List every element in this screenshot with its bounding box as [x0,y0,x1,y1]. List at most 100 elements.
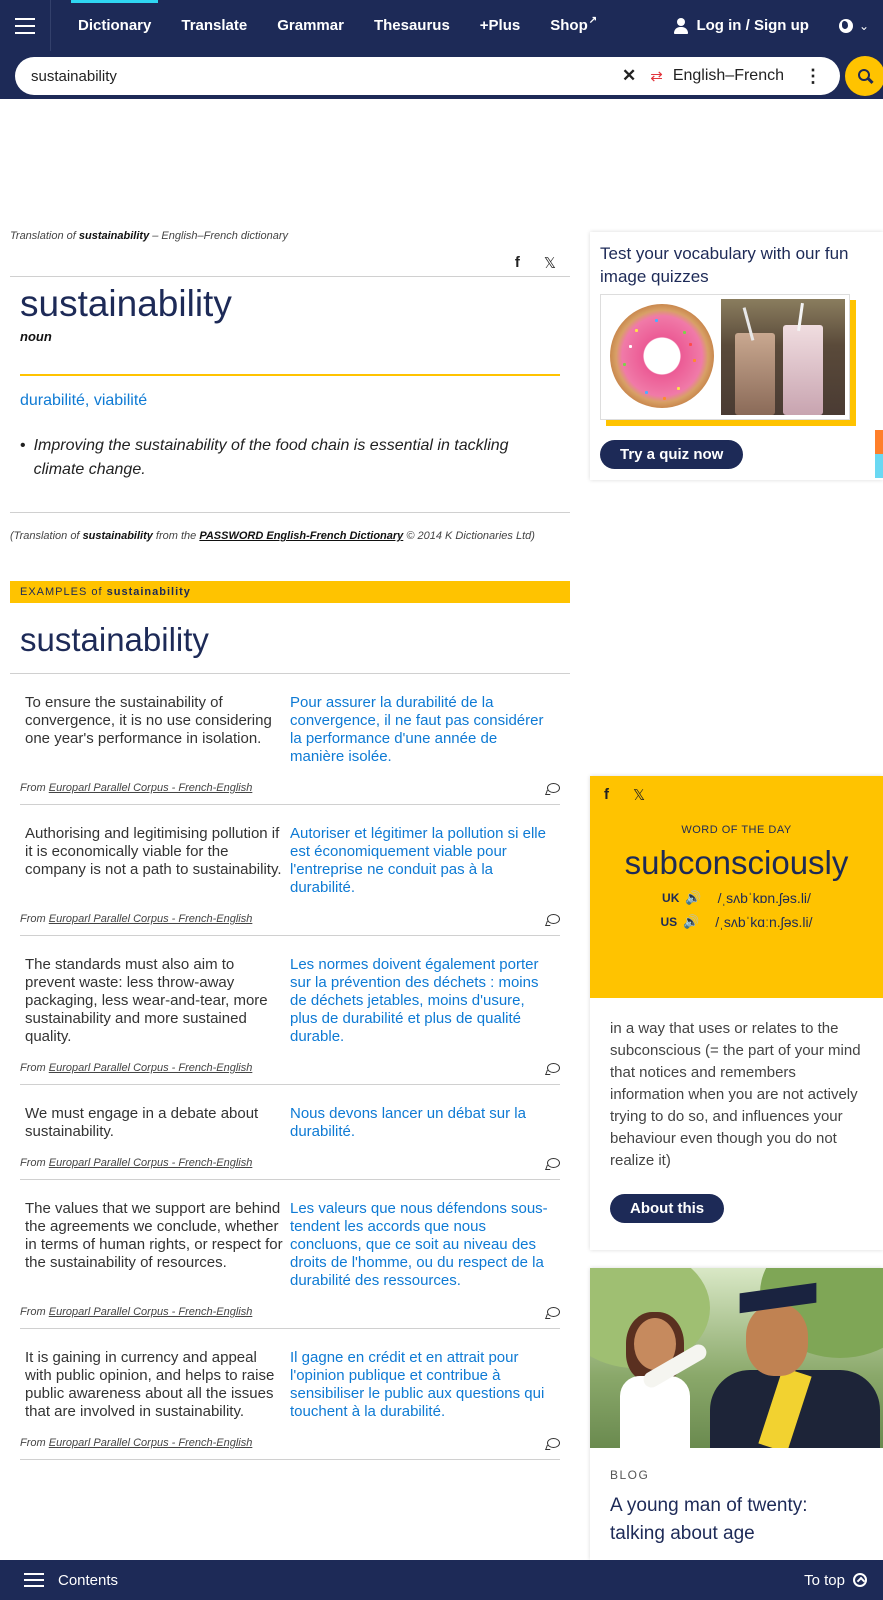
nav-dictionary[interactable]: Dictionary [63,0,166,51]
credit: (Translation of sustainability from the … [10,525,570,547]
search-button[interactable] [845,56,883,96]
nav-thesaurus[interactable]: Thesaurus [359,0,465,51]
nav-translate[interactable]: Translate [166,0,262,51]
source-prefix: From [20,1157,46,1169]
hamburger-icon[interactable] [0,0,51,51]
source-link[interactable]: Europarl Parallel Corpus - French-Englis… [49,1062,253,1074]
blog-title[interactable]: A young man of twenty: talking about age [590,1482,883,1558]
example-source: From Europarl Parallel Corpus - French-E… [20,1437,560,1449]
examples-list: To ensure the sustainability of converge… [10,674,570,1460]
example-english: The values that we support are behind th… [25,1200,283,1271]
nav-translate-label: Translate [181,17,248,34]
top-nav: Dictionary Translate Grammar Thesaurus +… [0,0,883,51]
example-french: Pour assurer la durabilité de la converg… [290,694,544,765]
sprinkle [635,329,638,332]
speaker-icon[interactable]: 🔊 [685,890,701,906]
speaker-icon[interactable]: 🔊 [683,914,699,930]
source-link[interactable]: Europarl Parallel Corpus - French-Englis… [49,1306,253,1318]
wotd-definition: in a way that uses or relates to the sub… [610,1020,861,1169]
example-french: Il gagne en crédit et en attrait pour l'… [290,1349,545,1420]
quiz-image[interactable] [600,294,856,426]
source-link[interactable]: Europarl Parallel Corpus - French-Englis… [49,1437,253,1449]
glass [735,333,775,415]
blog-image [590,1268,883,1448]
body [620,1376,690,1448]
examples-bar: EXAMPLES of sustainability [10,581,570,603]
side-tabs[interactable] [875,430,883,478]
arrow-up-icon[interactable] [853,1573,867,1587]
sprinkle [623,363,626,366]
bullet: • [20,437,26,454]
swap-icon[interactable]: ⇄ [650,67,663,85]
graduate-figure [700,1278,880,1448]
blog-card[interactable]: BLOG A young man of twenty: talking abou… [590,1268,883,1560]
try-quiz-button[interactable]: Try a quiz now [600,440,744,469]
more-icon[interactable]: ⋮ [804,66,822,87]
sprinkle [645,391,648,394]
share-row: f 𝕏 [10,242,570,277]
language-selector[interactable]: ⌄ [838,18,869,33]
side-tab-orange[interactable] [875,430,883,454]
translation[interactable]: durabilité, viabilité [20,392,560,410]
facebook-icon[interactable]: f [604,786,609,804]
nav-grammar-label: Grammar [277,17,344,34]
credit-mid: from the [155,530,197,542]
comment-icon[interactable] [547,1438,560,1448]
wotd-word[interactable]: subconsciously [590,844,883,882]
example-row: It is gaining in currency and appeal wit… [20,1329,560,1460]
comment-icon[interactable] [547,914,560,924]
crumb-suffix: – English–French dictionary [152,230,288,242]
example-english: It is gaining in currency and appeal wit… [25,1349,275,1420]
example-french: Autoriser et légitimer la pollution si e… [290,825,546,896]
search-box: ✕ ⇄ English–French ⋮ [15,57,840,95]
donut-image [605,299,715,415]
source-link[interactable]: Europarl Parallel Corpus - French-Englis… [49,1157,253,1169]
search-input[interactable] [31,67,591,85]
comment-icon[interactable] [547,1158,560,1168]
example-source: From Europarl Parallel Corpus - French-E… [20,1306,560,1318]
us-ipa: /ˌsʌbˈkɑːn.ʃəs.li/ [715,914,813,930]
example-english: To ensure the sustainability of converge… [25,694,272,747]
search-bar: ✕ ⇄ English–French ⋮ [0,51,883,99]
language-pair[interactable]: English–French [673,67,784,85]
login-link[interactable]: Log in / Sign up [674,17,809,34]
wotd-header: f 𝕏 WORD OF THE DAY subconsciously UK 🔊 … [590,776,883,998]
source-link[interactable]: Europarl Parallel Corpus - French-Englis… [49,913,253,925]
us-label: US [660,915,678,929]
donut-ring [610,304,714,408]
contents-button[interactable]: Contents [58,1572,118,1589]
example-source: From Europarl Parallel Corpus - French-E… [20,913,560,925]
comment-icon[interactable] [547,1307,560,1317]
contents-menu-icon[interactable] [24,1573,44,1587]
crumb-prefix: Translation of [10,230,76,242]
comment-icon[interactable] [547,783,560,793]
quiz-image-frame [600,294,850,420]
example-row: The values that we support are behind th… [20,1180,560,1329]
glass [783,325,823,415]
entry: sustainability noun durabilité, viabilit… [10,283,570,482]
close-icon[interactable]: ✕ [622,66,636,86]
nav-shop[interactable]: Shop ↗ [535,0,612,51]
crumb-word: sustainability [78,230,150,242]
login-label: Log in / Sign up [696,17,809,34]
main-content: Translation of sustainability – English–… [10,230,570,1460]
sprinkle [663,397,666,400]
nav-plus-label: +Plus [479,17,521,34]
x-icon[interactable]: 𝕏 [544,254,556,272]
facebook-icon[interactable]: f [515,254,520,272]
nav-grammar[interactable]: Grammar [262,0,359,51]
example-french: Les valeurs que nous défendons sous-tend… [290,1200,548,1289]
wotd-label: WORD OF THE DAY [681,824,792,836]
credit-prefix: (Translation of [10,530,80,542]
breadcrumb: Translation of sustainability – English–… [10,230,570,242]
source-link[interactable]: Europarl Parallel Corpus - French-Englis… [49,782,253,794]
to-top-button[interactable]: To top [804,1572,845,1589]
x-icon[interactable]: 𝕏 [633,786,645,804]
comment-icon[interactable] [547,1063,560,1073]
credit-source-link[interactable]: PASSWORD English-French Dictionary [199,530,403,542]
nav-plus[interactable]: +Plus [465,0,535,51]
side-tab-cyan[interactable] [875,454,883,478]
about-this-button[interactable]: About this [610,1194,725,1223]
quiz-title: Test your vocabulary with our fun image … [600,244,849,286]
example-source: From Europarl Parallel Corpus - French-E… [20,1062,560,1074]
